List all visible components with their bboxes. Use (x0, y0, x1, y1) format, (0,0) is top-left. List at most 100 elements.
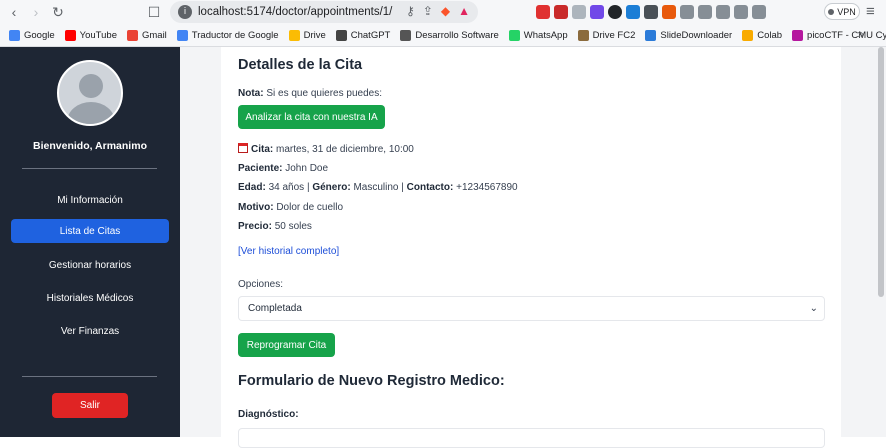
extension-icon[interactable] (644, 5, 658, 19)
bookmark-favicon-icon (577, 29, 589, 41)
extension-icon[interactable] (698, 5, 712, 19)
bookmark-favicon-icon (335, 29, 347, 41)
extension-icon[interactable] (554, 5, 568, 19)
url-text: localhost:5174/doctor/appointments/1/ (198, 6, 393, 18)
chevron-down-icon: ⌄ (809, 303, 818, 314)
bookmark-item[interactable]: SlideDownloader (645, 29, 732, 41)
patient-info-line: Edad: 34 años | Género: Masculino | Cont… (238, 182, 518, 193)
forward-icon[interactable]: › (25, 1, 47, 23)
brave-shield-icon[interactable]: ◆ (441, 4, 450, 18)
bookmark-icon[interactable]: ☐ (143, 1, 165, 23)
avatar (57, 60, 123, 126)
form-title: Formulario de Nuevo Registro Medico: (238, 373, 505, 389)
sidebar-item-lista-de-citas[interactable]: Lista de Citas (11, 219, 169, 243)
brave-rewards-icon[interactable]: ▲ (458, 4, 470, 18)
back-icon[interactable]: ‹ (3, 1, 25, 23)
diagnosis-label: Diagnóstico: (238, 409, 299, 420)
motivo-label: Motivo: (238, 202, 274, 213)
reschedule-button[interactable]: Reprogramar Cita (238, 333, 335, 357)
vpn-icon (828, 8, 835, 15)
sidebar-item-historiales-medicos[interactable]: Historiales Médicos (11, 286, 169, 310)
bookmark-item[interactable]: Drive FC2 (577, 29, 635, 41)
logout-button[interactable]: Salir (52, 393, 128, 418)
bookmark-item[interactable]: YouTube (64, 29, 117, 41)
bookmark-label: Desarrollo Software (415, 29, 499, 41)
extension-icon[interactable] (734, 5, 748, 19)
extension-icon[interactable] (626, 5, 640, 19)
bookmark-item[interactable]: Desarrollo Software (400, 29, 499, 41)
extension-icon[interactable] (590, 5, 604, 19)
welcome-text: Bienvenido, Armanimo (33, 140, 147, 152)
bookmark-label: Google (24, 29, 55, 41)
page-title: Detalles de la Cita (238, 57, 363, 73)
bookmark-label: Gmail (141, 29, 167, 41)
paciente-label: Paciente: (238, 163, 283, 174)
bookmark-favicon-icon (792, 29, 804, 41)
bookmark-label: YouTube (79, 29, 117, 41)
extension-icon[interactable] (752, 5, 766, 19)
more-bookmarks-icon[interactable]: » (857, 27, 864, 41)
extension-icon[interactable] (536, 5, 550, 19)
bookmark-label: Colab (757, 29, 783, 41)
extension-icon[interactable] (572, 5, 586, 19)
bookmark-favicon-icon (288, 29, 300, 41)
cita-line: Cita: martes, 31 de diciembre, 10:00 (238, 143, 414, 155)
bookmark-favicon-icon (64, 29, 76, 41)
precio-line: Precio: 50 soles (238, 221, 312, 232)
edad-label: Edad: (238, 182, 266, 193)
bookmark-item[interactable]: Drive (288, 29, 326, 41)
options-label: Opciones: (238, 279, 284, 290)
history-link[interactable]: [Ver historial completo] (238, 246, 339, 257)
bookmark-label: Traductor de Google (191, 29, 279, 41)
bookmark-item[interactable]: Gmail (126, 29, 167, 41)
bookmark-favicon-icon (742, 29, 754, 41)
address-bar[interactable]: i localhost:5174/doctor/appointments/1/ … (170, 1, 478, 23)
cita-label: Cita: (251, 144, 274, 155)
bookmark-label: picoCTF - CMU Cyb... (807, 29, 886, 41)
extension-icon[interactable] (662, 5, 676, 19)
vpn-button[interactable]: VPN (824, 3, 860, 20)
bookmark-item[interactable]: ChatGPT (335, 29, 390, 41)
key-icon[interactable]: ⚷ (406, 4, 415, 18)
contacto-label: Contacto: (406, 182, 454, 193)
motivo-line: Motivo: Dolor de cuello (238, 202, 343, 213)
share-icon[interactable]: ⇪ (423, 4, 433, 18)
sidebar-item-gestionar-horarios[interactable]: Gestionar horarios (11, 253, 169, 277)
bookmark-item[interactable]: Colab (742, 29, 783, 41)
reload-icon[interactable]: ↻ (47, 1, 69, 23)
diagnosis-input[interactable] (238, 428, 825, 448)
paciente-value: John Doe (285, 163, 329, 174)
calendar-icon (238, 143, 248, 153)
precio-label: Precio: (238, 221, 272, 232)
note-line: Nota: Si es que quieres puedes: (238, 88, 382, 99)
sidebar-item-ver-finanzas[interactable]: Ver Finanzas (11, 319, 169, 343)
cita-value: martes, 31 de diciembre, 10:00 (276, 144, 414, 155)
divider (22, 168, 157, 169)
bookmark-item[interactable]: Google (9, 29, 55, 41)
bookmark-favicon-icon (508, 29, 520, 41)
note-label: Nota: (238, 88, 264, 99)
edad-value: 34 años (268, 182, 305, 193)
extension-icon[interactable] (716, 5, 730, 19)
scrollbar-thumb[interactable] (878, 47, 884, 297)
bookmark-favicon-icon (645, 29, 657, 41)
sidebar-item-mi-informacion[interactable]: Mi Información (11, 188, 169, 212)
contacto-value: +1234567890 (456, 182, 518, 193)
extension-icon[interactable] (608, 5, 622, 19)
sidebar: Bienvenido, Armanimo Mi Información List… (0, 47, 180, 437)
bookmark-item[interactable]: Traductor de Google (176, 29, 279, 41)
genero-label: Género: (312, 182, 351, 193)
menu-icon[interactable]: ≡ (866, 3, 875, 20)
status-select-value: Completada (248, 303, 302, 314)
bookmark-favicon-icon (126, 29, 138, 41)
extension-icon[interactable] (680, 5, 694, 19)
status-select[interactable]: Completada ⌄ (238, 296, 825, 321)
analyze-ai-button[interactable]: Analizar la cita con nuestra IA (238, 105, 385, 129)
bookmark-item[interactable]: WhatsApp (508, 29, 568, 41)
genero-value: Masculino (353, 182, 399, 193)
bookmark-item[interactable]: picoCTF - CMU Cyb... (792, 29, 886, 41)
extensions-bar (536, 4, 766, 20)
bookmark-label: Drive (303, 29, 326, 41)
separator: | (401, 182, 404, 193)
site-info-icon[interactable]: i (178, 5, 192, 19)
